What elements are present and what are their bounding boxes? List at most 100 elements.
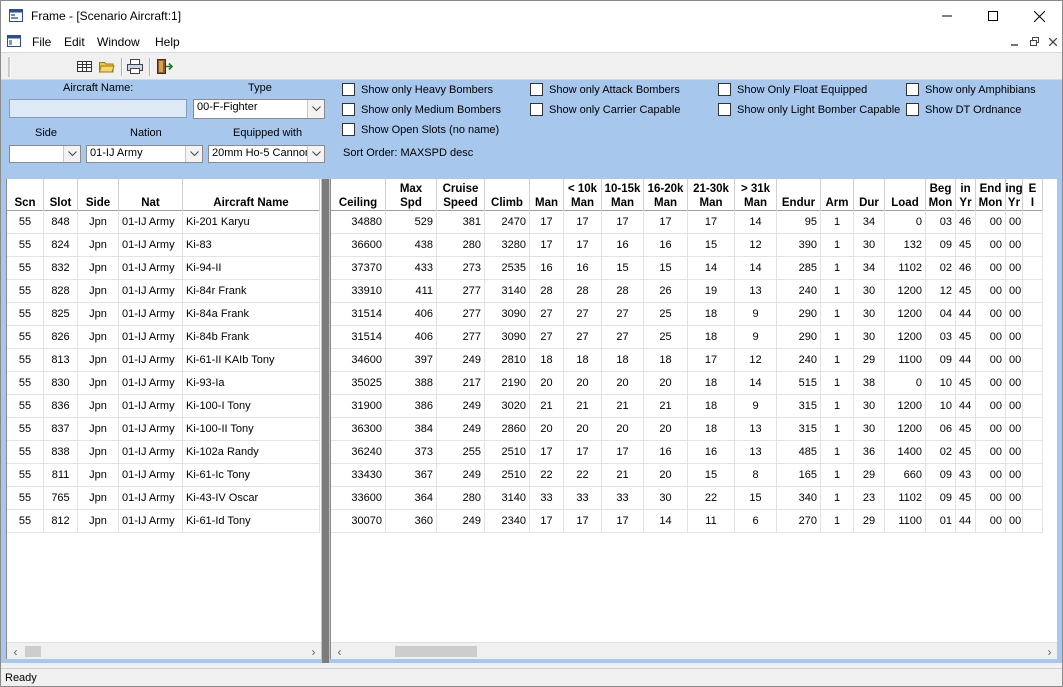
table-row[interactable]: 30070 360 249 2340 17 17 17 14 11 6 270 1 29 1100 01 44…: [331, 510, 1043, 533]
checkbox-box[interactable]: [718, 103, 731, 116]
pane-splitter[interactable]: [321, 179, 330, 663]
column-header[interactable]: Climb: [485, 179, 530, 211]
column-header[interactable]: Scn: [7, 179, 44, 211]
table-row[interactable]: 33430 367 249 2510 22 22 21 20 15 8 165 1 29 660 09 43 0…: [331, 464, 1043, 487]
menu-help[interactable]: Help: [155, 35, 180, 49]
column-header[interactable]: Man: [530, 179, 564, 211]
table-row[interactable]: 55 848 Jpn 01-IJ Army Ki-201 Karyu: [7, 211, 320, 234]
checkbox-carrier-capable[interactable]: Show only Carrier Capable: [530, 103, 680, 116]
table-row[interactable]: 55 813 Jpn 01-IJ Army Ki-61-II KAIb Tony: [7, 349, 320, 372]
column-header[interactable]: < 10k Man: [564, 179, 602, 211]
child-minimize-button[interactable]: [1007, 34, 1023, 49]
table-row[interactable]: 35025 388 217 2190 20 20 20 20 18 14 515 1 38 0 10 45 00…: [331, 372, 1043, 395]
checkbox-float-equipped[interactable]: Show Only Float Equipped: [718, 83, 867, 96]
right-horizontal-scrollbar[interactable]: ‹ ›: [331, 642, 1057, 659]
toolbar-grip[interactable]: [8, 57, 11, 77]
exit-door-icon[interactable]: [155, 58, 173, 75]
table-row[interactable]: 55 832 Jpn 01-IJ Army Ki-94-II: [7, 257, 320, 280]
maximize-button[interactable]: [970, 1, 1016, 31]
column-header[interactable]: End Mon: [976, 179, 1006, 211]
column-header[interactable]: 21-30k Man: [688, 179, 735, 211]
checkbox-medium-bombers[interactable]: Show only Medium Bombers: [342, 103, 501, 116]
open-folder-icon[interactable]: [98, 58, 116, 75]
checkbox-box[interactable]: [530, 83, 543, 96]
table-row[interactable]: 55 837 Jpn 01-IJ Army Ki-100-II Tony: [7, 418, 320, 441]
print-icon[interactable]: [126, 58, 144, 75]
table-row[interactable]: 36600 438 280 3280 17 17 16 16 15 12 390 1 30 132 09 45…: [331, 234, 1043, 257]
grid-view-icon[interactable]: [76, 58, 94, 75]
column-header[interactable]: Dur: [854, 179, 885, 211]
column-header[interactable]: Slot: [44, 179, 78, 211]
checkbox-box[interactable]: [530, 103, 543, 116]
column-header[interactable]: Ceiling: [331, 179, 386, 211]
checkbox-box[interactable]: [342, 83, 355, 96]
left-horizontal-scrollbar[interactable]: ‹ ›: [7, 642, 321, 659]
minimize-button[interactable]: [924, 1, 970, 31]
right-grid-pane[interactable]: Ceiling Max Spd Cruise Speed Climb Man < 10k …: [330, 179, 1057, 659]
column-header[interactable]: Arm: [821, 179, 854, 211]
column-header[interactable]: 16-20k Man: [644, 179, 688, 211]
table-row[interactable]: 55 826 Jpn 01-IJ Army Ki-84b Frank: [7, 326, 320, 349]
type-select[interactable]: 00-F-Fighter: [193, 99, 325, 119]
checkbox-dt-ordnance[interactable]: Show DT Ordnance: [906, 103, 1021, 116]
table-row[interactable]: 34600 397 249 2810 18 18 18 18 17 12 240 1 29 1100 09 4…: [331, 349, 1043, 372]
title-bar[interactable]: Frame - [Scenario Aircraft:1]: [1, 1, 1062, 31]
checkbox-open-slots[interactable]: Show Open Slots (no name): [342, 123, 499, 136]
column-header[interactable]: Cruise Speed: [437, 179, 485, 211]
column-header[interactable]: 10-15k Man: [602, 179, 644, 211]
column-header[interactable]: > 31k Man: [735, 179, 777, 211]
column-header[interactable]: Endur: [777, 179, 821, 211]
table-row[interactable]: 55 811 Jpn 01-IJ Army Ki-61-Ic Tony: [7, 464, 320, 487]
scroll-left-arrow[interactable]: ‹: [331, 643, 348, 659]
checkbox-attack-bombers[interactable]: Show only Attack Bombers: [530, 83, 680, 96]
close-button[interactable]: [1016, 1, 1062, 31]
table-row[interactable]: 55 825 Jpn 01-IJ Army Ki-84a Frank: [7, 303, 320, 326]
checkbox-light-bomber-capable[interactable]: Show only Light Bomber Capable: [718, 103, 900, 116]
table-row[interactable]: 33910 411 277 3140 28 28 28 26 19 13 240 1 30 1200 12 4…: [331, 280, 1043, 303]
splitter-bar[interactable]: [322, 179, 329, 663]
column-header[interactable]: Side: [78, 179, 119, 211]
table-row[interactable]: 36300 384 249 2860 20 20 20 20 18 13 315 1 30 1200 06 4…: [331, 418, 1043, 441]
aircraft-name-input[interactable]: [9, 99, 187, 118]
scroll-thumb[interactable]: [395, 646, 477, 657]
column-header[interactable]: Load: [885, 179, 926, 211]
table-row[interactable]: 31514 406 277 3090 27 27 27 25 18 9 290 1 30 1200 03 45…: [331, 326, 1043, 349]
column-header[interactable]: ing Yr: [1006, 179, 1023, 211]
scroll-left-arrow[interactable]: ‹: [7, 643, 24, 659]
table-row[interactable]: 55 828 Jpn 01-IJ Army Ki-84r Frank: [7, 280, 320, 303]
checkbox-heavy-bombers[interactable]: Show only Heavy Bombers: [342, 83, 493, 96]
checkbox-box[interactable]: [906, 83, 919, 96]
scroll-right-arrow[interactable]: ›: [305, 643, 321, 659]
table-row[interactable]: 55 812 Jpn 01-IJ Army Ki-61-Id Tony: [7, 510, 320, 533]
table-row[interactable]: 55 765 Jpn 01-IJ Army Ki-43-IV Oscar: [7, 487, 320, 510]
table-row[interactable]: 37370 433 273 2535 16 16 15 15 14 14 285 1 34 1102 02 4…: [331, 257, 1043, 280]
checkbox-box[interactable]: [906, 103, 919, 116]
table-row[interactable]: 31900 386 249 3020 21 21 21 21 18 9 315 1 30 1200 10 44…: [331, 395, 1043, 418]
table-row[interactable]: 55 824 Jpn 01-IJ Army Ki-83: [7, 234, 320, 257]
table-row[interactable]: 55 836 Jpn 01-IJ Army Ki-100-I Tony: [7, 395, 320, 418]
table-row[interactable]: 34880 529 381 2470 17 17 17 17 17 14 95 1 34 0 03 46 00 0…: [331, 211, 1043, 234]
menu-window[interactable]: Window: [97, 35, 140, 49]
column-header[interactable]: Max Spd: [386, 179, 437, 211]
child-close-button[interactable]: [1045, 34, 1061, 49]
checkbox-box[interactable]: [342, 103, 355, 116]
left-grid-pane[interactable]: Scn Slot Side Nat Aircraft Name 55 848 Jpn 01-I…: [6, 179, 321, 659]
column-header[interactable]: in Yr: [956, 179, 976, 211]
child-restore-button[interactable]: [1026, 34, 1042, 49]
column-header[interactable]: Nat: [119, 179, 183, 211]
checkbox-amphibians[interactable]: Show only Amphibians: [906, 83, 1036, 96]
column-header[interactable]: Aircraft Name: [183, 179, 320, 211]
table-row[interactable]: 36240 373 255 2510 17 17 17 16 16 13 485 1 36 1400 02 4…: [331, 441, 1043, 464]
table-row[interactable]: 33600 364 280 3140 33 33 33 30 22 15 340 1 23 1102 09 4…: [331, 487, 1043, 510]
table-row[interactable]: 55 838 Jpn 01-IJ Army Ki-102a Randy: [7, 441, 320, 464]
scroll-thumb[interactable]: [25, 646, 41, 657]
equipped-with-select[interactable]: 20mm Ho-5 Cannon: [208, 145, 325, 163]
column-header[interactable]: Beg Mon: [926, 179, 956, 211]
nation-select[interactable]: 01-IJ Army: [86, 145, 203, 163]
table-row[interactable]: 55 830 Jpn 01-IJ Army Ki-93-Ia: [7, 372, 320, 395]
menu-edit[interactable]: Edit: [64, 35, 85, 49]
checkbox-box[interactable]: [718, 83, 731, 96]
menu-file[interactable]: File: [32, 35, 51, 49]
document-window-icon[interactable]: [7, 35, 21, 47]
column-header[interactable]: E I: [1023, 179, 1043, 211]
